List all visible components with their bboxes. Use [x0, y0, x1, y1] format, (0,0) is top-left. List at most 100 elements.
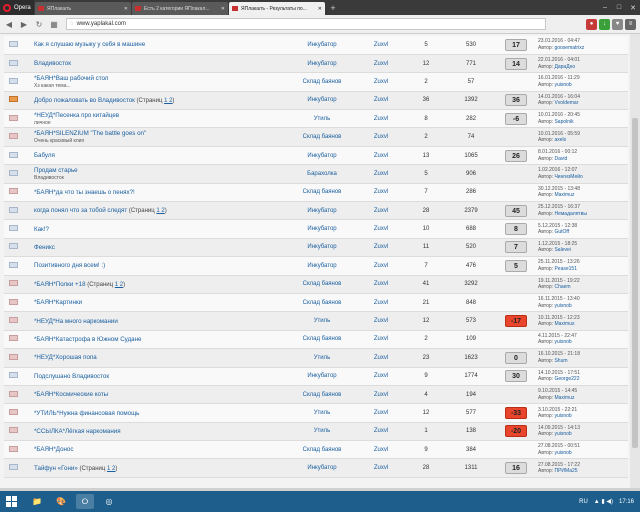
last-post-author-link[interactable]: Maximuz [554, 192, 574, 198]
forum-link[interactable]: Склад баянов [288, 385, 356, 405]
author-link[interactable]: Zuxvl [356, 201, 406, 221]
scrollbar-thumb[interactable] [632, 118, 638, 448]
author-link[interactable]: Zuxvl [356, 146, 406, 166]
topic-title-link[interactable]: *БАЯН*Катастрофа в Южном Судане [34, 336, 141, 343]
topic-title-link[interactable]: Феникс [34, 244, 55, 251]
author-link[interactable]: Zuxvl [356, 54, 406, 74]
forum-link[interactable]: Инкубатор [288, 91, 356, 111]
last-post-author-link[interactable]: ДараДно [554, 64, 575, 70]
topic-title-link[interactable]: Тайфун «Гони» [34, 465, 78, 472]
topic-title-link[interactable]: *БАЯН*Картинки [34, 299, 82, 306]
start-button[interactable] [0, 491, 22, 512]
author-link[interactable]: Zuxvl [356, 219, 406, 239]
author-link[interactable]: Zuxvl [356, 403, 406, 423]
app-icon[interactable]: ◎ [100, 494, 118, 509]
topic-title-link[interactable]: Бабуля [34, 152, 55, 159]
tab-1[interactable]: ЯПлакалъ ✕ [35, 2, 131, 15]
tab-3[interactable]: ЯПлакалъ - Результаты по... ✕ [229, 2, 325, 15]
new-tab-button[interactable]: + [327, 0, 339, 15]
forum-link[interactable]: Склад баянов [288, 127, 356, 147]
forum-link[interactable]: Инкубатор [288, 54, 356, 74]
forum-link[interactable]: Склад баянов [288, 440, 356, 460]
adblock-icon[interactable]: ● [586, 18, 597, 30]
author-link[interactable]: Zuxvl [356, 293, 406, 313]
forum-link[interactable]: Склад баянов [288, 330, 356, 350]
paint-icon[interactable]: 🎨 [52, 494, 70, 509]
author-link[interactable]: Zuxvl [356, 256, 406, 276]
forum-link[interactable]: Утиль [288, 403, 356, 423]
last-post-author-link[interactable]: Sapolnik [554, 119, 573, 125]
topic-title-link[interactable]: Позитивного дня всем! :) [34, 262, 105, 269]
topic-title-link[interactable]: когда понял что за тобой следят [34, 207, 127, 214]
topic-title-link[interactable]: *ССЫЛКА*Лёгкая наркомания [34, 428, 121, 435]
explorer-icon[interactable]: 📁 [28, 494, 46, 509]
page-links[interactable]: 1 2 [156, 208, 164, 214]
author-link[interactable]: Zuxvl [356, 238, 406, 258]
last-post-author-link[interactable]: Немадалятвы [554, 211, 586, 217]
last-post-author-link[interactable]: axels [554, 137, 566, 143]
author-link[interactable]: Zuxvl [356, 330, 406, 350]
forum-link[interactable]: Склад баянов [288, 183, 356, 203]
author-link[interactable]: Zuxvl [356, 422, 406, 442]
maximize-icon[interactable]: □ [612, 0, 626, 15]
author-link[interactable]: Zuxvl [356, 164, 406, 184]
forum-link[interactable]: Утиль [288, 348, 356, 368]
last-post-author-link[interactable]: Pease151 [554, 266, 577, 272]
author-link[interactable]: Zuxvl [356, 385, 406, 405]
forum-link[interactable]: Инкубатор [288, 219, 356, 239]
topic-title-link[interactable]: *БАЯН*Полки +18 [34, 281, 86, 288]
topic-title-link[interactable]: *НЕУД*На много наркомании [34, 318, 118, 325]
author-link[interactable]: Zuxvl [356, 311, 406, 331]
topic-title-link[interactable]: Как!? [34, 226, 49, 233]
stash-icon[interactable]: ♥ [612, 18, 623, 30]
author-link[interactable]: Zuxvl [356, 36, 406, 55]
last-post-author-link[interactable]: Salevei [554, 247, 570, 253]
last-post-author-link[interactable]: yuisnob [554, 431, 571, 437]
download-icon[interactable]: ↓ [599, 18, 610, 30]
last-post-author-link[interactable]: David [554, 156, 567, 162]
author-link[interactable]: Zuxvl [356, 348, 406, 368]
forum-link[interactable]: Инкубатор [288, 367, 356, 386]
last-post-author-link[interactable]: yuisnob [554, 413, 571, 419]
topic-title-link[interactable]: *БАЯН*Космические коты [34, 391, 108, 398]
back-arrow-icon[interactable]: ◀ [3, 18, 15, 30]
menu-icon[interactable]: ≡ [625, 18, 636, 30]
close-icon[interactable]: ✕ [221, 6, 225, 12]
topic-title-link[interactable]: *УТИЛЬ*Нужна финансовая помощь [34, 410, 139, 417]
last-post-author-link[interactable]: Chaem [554, 284, 570, 290]
last-post-author-link[interactable]: GutOff [554, 229, 569, 235]
last-post-author-link[interactable]: Maximuz [554, 395, 574, 401]
author-link[interactable]: Zuxvl [356, 275, 406, 294]
tray-icons[interactable]: ▲ ▮ ◀) [594, 498, 613, 505]
topic-title-link[interactable]: *БАЯН*SILENZIUM "The battle goes on" [34, 130, 146, 137]
last-post-author-link[interactable]: Maximus [554, 321, 574, 327]
forum-link[interactable]: Утиль [288, 422, 356, 442]
author-link[interactable]: Zuxvl [356, 127, 406, 147]
speed-dial-icon[interactable]: ▦ [48, 18, 60, 30]
forum-link[interactable]: Инкубатор [288, 238, 356, 258]
forum-link[interactable]: Инкубатор [288, 146, 356, 166]
forum-link[interactable]: Склад баянов [288, 275, 356, 294]
opera-taskbar-icon[interactable]: ⭘ [76, 494, 94, 509]
topic-title-link[interactable]: *БАЯН*Ваш рабочий стол [34, 75, 108, 82]
language-indicator[interactable]: RU [579, 499, 588, 505]
scrollbar[interactable] [630, 34, 640, 488]
forum-link[interactable]: Утиль [288, 109, 356, 129]
last-post-author-link[interactable]: Shum [554, 358, 567, 364]
close-icon[interactable]: ✕ [318, 6, 322, 12]
opera-menu-button[interactable]: Opera [0, 0, 34, 15]
clock[interactable]: 17:16 [619, 499, 634, 505]
author-link[interactable]: Zuxvl [356, 72, 406, 92]
minimize-icon[interactable]: ‒ [598, 0, 612, 15]
topic-title-link[interactable]: Как я слушаю музыку у себя в машине [34, 41, 145, 48]
forward-arrow-icon[interactable]: ▶ [18, 18, 30, 30]
forum-link[interactable]: Утиль [288, 311, 356, 331]
forum-link[interactable]: Барахолка [288, 164, 356, 184]
topic-title-link[interactable]: *БАЯН*Донос [34, 446, 73, 453]
last-post-author-link[interactable]: ПРИМа25 [554, 468, 577, 474]
url-input[interactable]: ◌ www.yaplakal.com [66, 18, 546, 30]
last-post-author-link[interactable]: yuisnob [554, 303, 571, 309]
site-info-icon[interactable]: ◌ [70, 21, 74, 27]
topic-title-link[interactable]: Добро пожаловать во Владивосток [34, 97, 135, 104]
last-post-author-link[interactable]: yuisnob [554, 339, 571, 345]
